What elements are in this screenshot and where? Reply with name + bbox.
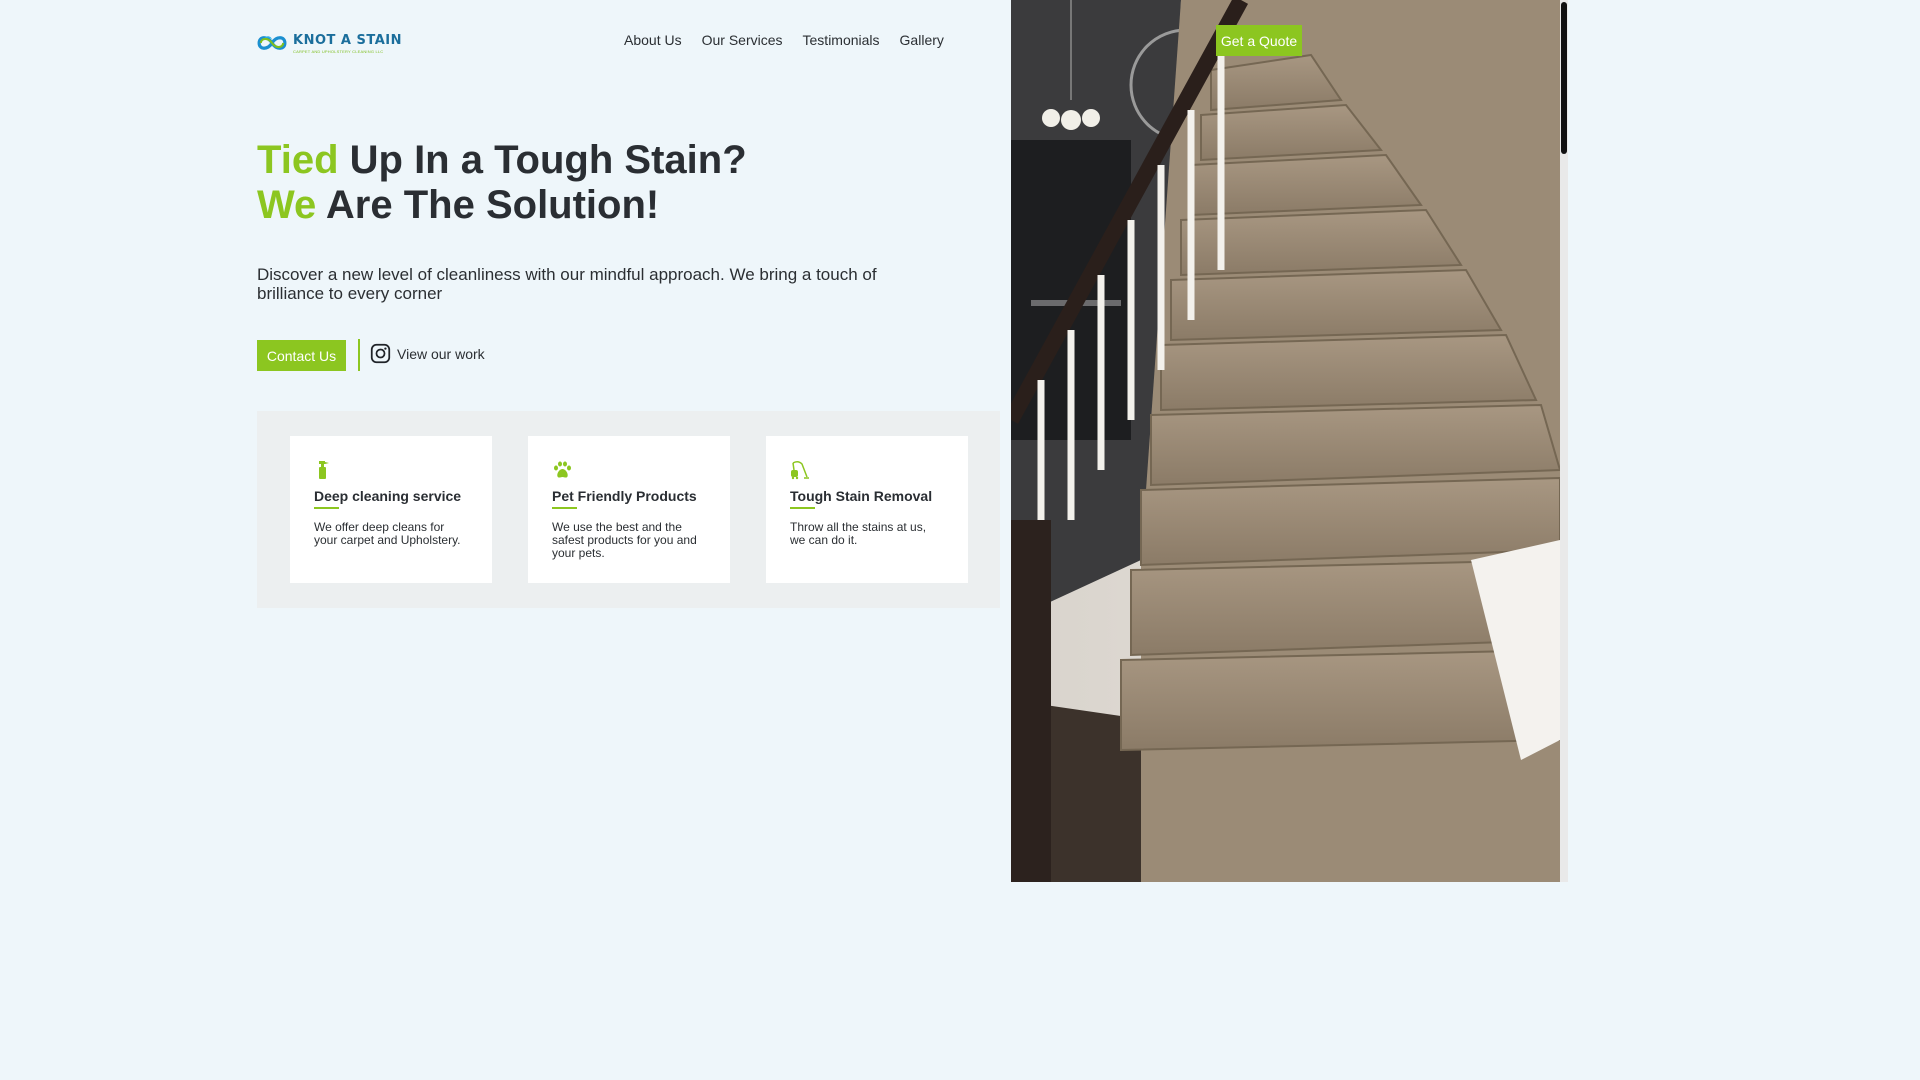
features-section: Deep cleaning service We offer deep clea… (257, 411, 1000, 608)
feature-title-underline (790, 507, 815, 509)
feature-title: Pet Friendly Products (552, 488, 697, 504)
nav-gallery[interactable]: Gallery (900, 32, 944, 48)
feature-title: Tough Stain Removal (790, 488, 933, 504)
logo-name: KNOT A STAIN (293, 32, 402, 48)
nav-our-services[interactable]: Our Services (702, 32, 783, 48)
feature-text: We use the best and the safest products … (552, 520, 697, 560)
contact-us-button[interactable]: Contact Us (257, 340, 346, 371)
feature-text: Throw all the stains at us, we can do it… (790, 520, 927, 547)
feature-title: Deep cleaning service (314, 488, 462, 504)
feature-card-pet-friendly: Pet Friendly Products We use the best an… (528, 436, 730, 583)
scrollbar-thumb[interactable] (1561, 2, 1567, 154)
hero-title: Tied Up In a Tough Stain? We Are The Sol… (257, 138, 747, 228)
hero-accent-word-1: Tied (257, 138, 339, 182)
hero-accent-word-2: We (257, 183, 317, 227)
hero-line-2: Are The Solution! (316, 183, 660, 227)
hero-line-1: Up In a Tough Stain? (338, 138, 747, 182)
get-a-quote-button[interactable]: Get a Quote (1216, 25, 1302, 56)
main-nav: About Us Our Services Testimonials Galle… (624, 32, 964, 48)
feature-card-deep-cleaning: Deep cleaning service We offer deep clea… (290, 436, 492, 583)
paw-icon (554, 461, 571, 478)
vacuum-icon (791, 460, 809, 480)
feature-title-underline (314, 507, 339, 509)
button-divider (358, 339, 360, 371)
instagram-icon (370, 343, 391, 364)
logo-tagline: CARPET AND UPHOLSTERY CLEANING LLC (293, 48, 384, 54)
page-scrollbar[interactable] (1560, 0, 1568, 882)
feature-text: We offer deep cleans for your carpet and… (314, 520, 461, 547)
nav-about-us[interactable]: About Us (624, 32, 682, 48)
spray-bottle-icon (319, 461, 329, 479)
feature-card-stain-removal: Tough Stain Removal Throw all the stains… (766, 436, 968, 583)
feature-title-underline (552, 507, 577, 509)
nav-testimonials[interactable]: Testimonials (803, 32, 880, 48)
hero-photo-staircase (1011, 0, 1560, 882)
infinity-logo-icon (257, 36, 287, 50)
view-our-work-label: View our work (397, 345, 485, 362)
logo[interactable]: KNOT A STAIN CARPET AND UPHOLSTERY CLEAN… (257, 22, 402, 64)
view-our-work-link[interactable]: View our work (370, 343, 485, 364)
hero-description: Discover a new level of cleanliness with… (257, 265, 877, 303)
